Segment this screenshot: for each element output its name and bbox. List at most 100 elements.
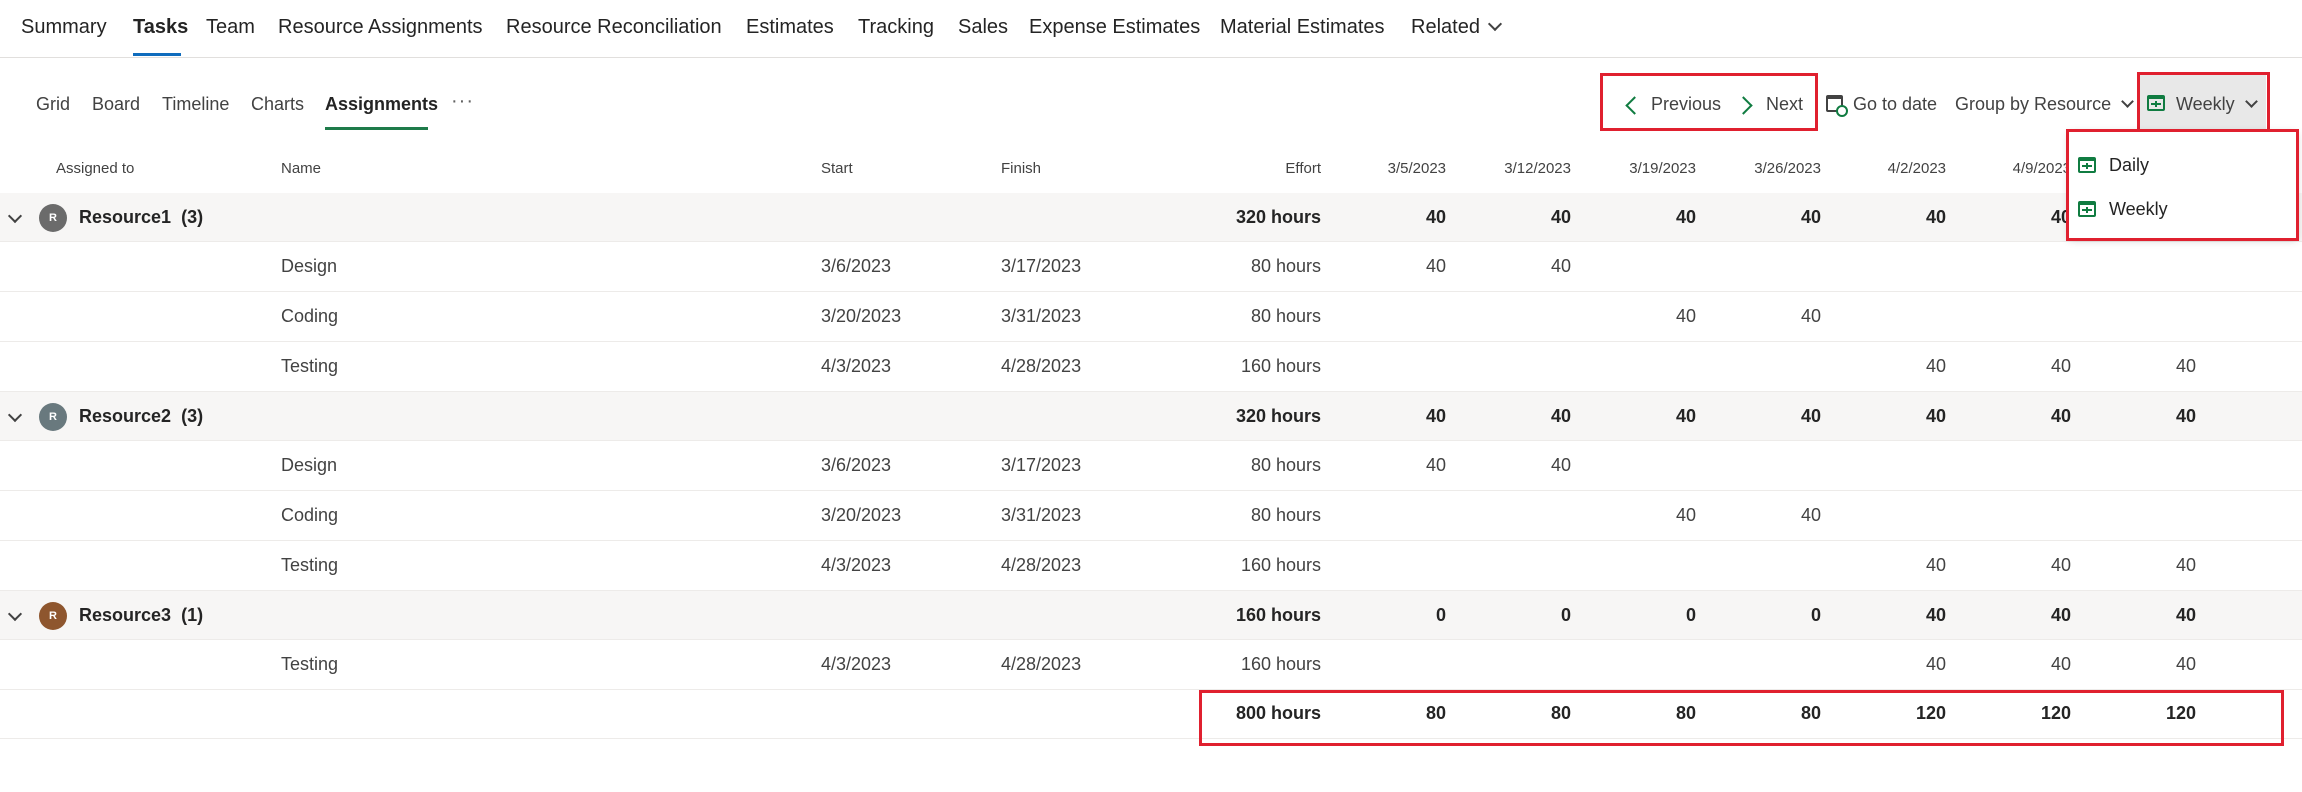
week-cell: 0 bbox=[1685, 604, 1696, 625]
week-cell: 40 bbox=[2175, 555, 2196, 575]
column-header-name[interactable]: Name bbox=[281, 160, 321, 177]
tab-team[interactable]: Team bbox=[206, 16, 255, 39]
group-row[interactable]: R Resource2 (3) 320 hours 40 40 40 40 40 40 40 bbox=[0, 392, 2302, 441]
group-label: Resource3 (1) bbox=[79, 605, 203, 626]
calendar-icon bbox=[2147, 95, 2165, 111]
chevron-down-icon[interactable] bbox=[7, 606, 23, 621]
table-row[interactable]: Coding 3/20/2023 3/31/2023 80 hours 40 40 bbox=[0, 292, 2302, 342]
tab-related-label: Related bbox=[1411, 16, 1480, 38]
week-cell: 40 bbox=[1800, 405, 1821, 426]
go-to-date-button[interactable]: Go to date bbox=[1853, 94, 1937, 115]
column-header-week[interactable]: 4/9/2023 bbox=[1955, 160, 2071, 177]
effort-cell: 80 hours bbox=[1250, 256, 1321, 276]
column-header-assigned-to[interactable]: Assigned to bbox=[56, 160, 134, 177]
subtab-charts[interactable]: Charts bbox=[251, 94, 304, 115]
effort-cell: 160 hours bbox=[1240, 555, 1321, 575]
week-cell: 40 bbox=[1925, 555, 1946, 575]
finish-date-cell: 3/31/2023 bbox=[1001, 505, 1082, 525]
week-cell: 40 bbox=[1800, 505, 1821, 525]
effort-cell: 80 hours bbox=[1250, 505, 1321, 525]
week-cell: 40 bbox=[1925, 654, 1946, 674]
chevron-down-icon[interactable] bbox=[7, 208, 23, 223]
period-label: Weekly bbox=[2176, 94, 2235, 114]
chevron-down-icon[interactable] bbox=[7, 407, 23, 422]
table-row[interactable]: Testing 4/3/2023 4/28/2023 160 hours 40 40 40 bbox=[0, 342, 2302, 392]
task-count: (3) bbox=[181, 206, 204, 227]
column-header-effort[interactable]: Effort bbox=[1180, 160, 1321, 177]
week-cell: 40 bbox=[2175, 405, 2196, 426]
finish-date-cell: 3/17/2023 bbox=[1001, 455, 1082, 475]
week-cell: 40 bbox=[1550, 455, 1571, 475]
column-header-week[interactable]: 3/19/2023 bbox=[1580, 160, 1696, 177]
effort-cell: 160 hours bbox=[1240, 654, 1321, 674]
column-header-start[interactable]: Start bbox=[821, 160, 853, 177]
group-row[interactable]: R Resource1 (3) 320 hours 40 40 40 40 40 40 bbox=[0, 193, 2302, 242]
finish-date-cell: 3/17/2023 bbox=[1001, 256, 1082, 276]
table-row[interactable]: Coding 3/20/2023 3/31/2023 80 hours 40 40 bbox=[0, 491, 2302, 541]
group-by-label: Group by Resource bbox=[1955, 94, 2112, 114]
tab-related[interactable]: Related bbox=[1411, 16, 1503, 39]
previous-button[interactable]: Previous bbox=[1651, 94, 1721, 115]
start-date-cell: 4/3/2023 bbox=[821, 654, 892, 674]
period-select-value[interactable]: Weekly bbox=[2176, 94, 2258, 115]
subtab-board[interactable]: Board bbox=[92, 94, 140, 115]
week-cell: 40 bbox=[1675, 505, 1696, 525]
week-cell: 40 bbox=[2050, 356, 2071, 376]
more-options-icon[interactable]: ··· bbox=[451, 90, 474, 113]
highlight-totals bbox=[1199, 690, 2284, 746]
effort-cell: 80 hours bbox=[1250, 455, 1321, 475]
start-date-cell: 4/3/2023 bbox=[821, 555, 892, 575]
subtab-assignments[interactable]: Assignments bbox=[325, 94, 438, 115]
week-cell: 40 bbox=[1675, 306, 1696, 326]
tab-resource-reconciliation[interactable]: Resource Reconciliation bbox=[506, 16, 722, 39]
column-header-week[interactable]: 3/26/2023 bbox=[1705, 160, 1821, 177]
tab-expense-estimates[interactable]: Expense Estimates bbox=[1029, 16, 1200, 39]
column-header-week[interactable]: 4/2/2023 bbox=[1830, 160, 1946, 177]
effort-cell: 320 hours bbox=[1235, 405, 1321, 426]
subtab-timeline[interactable]: Timeline bbox=[162, 94, 229, 115]
tab-tasks[interactable]: Tasks bbox=[133, 16, 188, 39]
subtab-grid[interactable]: Grid bbox=[36, 94, 70, 115]
task-name-cell: Testing bbox=[281, 555, 339, 575]
tab-estimates[interactable]: Estimates bbox=[746, 16, 834, 39]
avatar: R bbox=[39, 203, 67, 232]
week-cell: 0 bbox=[1560, 604, 1571, 625]
start-date-cell: 3/20/2023 bbox=[821, 306, 902, 326]
column-header-week[interactable]: 3/12/2023 bbox=[1455, 160, 1571, 177]
group-label: Resource1 (3) bbox=[79, 207, 203, 228]
tab-tracking[interactable]: Tracking bbox=[858, 16, 934, 39]
table-row[interactable]: Design 3/6/2023 3/17/2023 80 hours 40 40 bbox=[0, 441, 2302, 491]
task-count: (3) bbox=[181, 405, 204, 426]
week-cell: 40 bbox=[1925, 604, 1946, 625]
column-header-week[interactable]: 3/5/2023 bbox=[1330, 160, 1446, 177]
group-row[interactable]: R Resource3 (1) 160 hours 0 0 0 0 40 40 40 bbox=[0, 591, 2302, 640]
task-name-cell: Testing bbox=[281, 356, 339, 376]
week-cell: 40 bbox=[1550, 256, 1571, 276]
tab-material-estimates[interactable]: Material Estimates bbox=[1220, 16, 1385, 39]
finish-date-cell: 4/28/2023 bbox=[1001, 356, 1082, 376]
table-row[interactable]: Testing 4/3/2023 4/28/2023 160 hours 40 40 40 bbox=[0, 541, 2302, 591]
table-row[interactable]: Testing 4/3/2023 4/28/2023 160 hours 40 40 40 bbox=[0, 640, 2302, 690]
resource-name: Resource2 bbox=[79, 405, 172, 426]
week-cell: 40 bbox=[1925, 405, 1946, 426]
tab-summary[interactable]: Summary bbox=[21, 16, 107, 39]
tab-resource-assignments[interactable]: Resource Assignments bbox=[278, 16, 483, 39]
chevron-down-icon bbox=[2244, 95, 2258, 108]
next-button[interactable]: Next bbox=[1766, 94, 1803, 115]
effort-cell: 320 hours bbox=[1235, 206, 1321, 227]
column-header-finish[interactable]: Finish bbox=[1001, 160, 1041, 177]
chevron-down-icon bbox=[2121, 95, 2134, 108]
task-name-cell: Testing bbox=[281, 654, 339, 674]
table-row[interactable]: Design 3/6/2023 3/17/2023 80 hours 40 40 bbox=[0, 242, 2302, 292]
week-cell: 40 bbox=[1675, 206, 1696, 227]
task-name-cell: Coding bbox=[281, 505, 339, 525]
week-cell: 40 bbox=[1800, 206, 1821, 227]
week-cell: 40 bbox=[1425, 405, 1446, 426]
avatar: R bbox=[39, 402, 67, 431]
highlight-dropdown bbox=[2066, 129, 2299, 241]
start-date-cell: 3/6/2023 bbox=[821, 455, 892, 475]
group-by-button[interactable]: Group by Resource bbox=[1955, 94, 2134, 115]
tab-sales[interactable]: Sales bbox=[958, 16, 1008, 39]
top-tab-bar: Summary Tasks Team Resource Assignments … bbox=[0, 0, 2302, 58]
effort-cell: 160 hours bbox=[1240, 356, 1321, 376]
